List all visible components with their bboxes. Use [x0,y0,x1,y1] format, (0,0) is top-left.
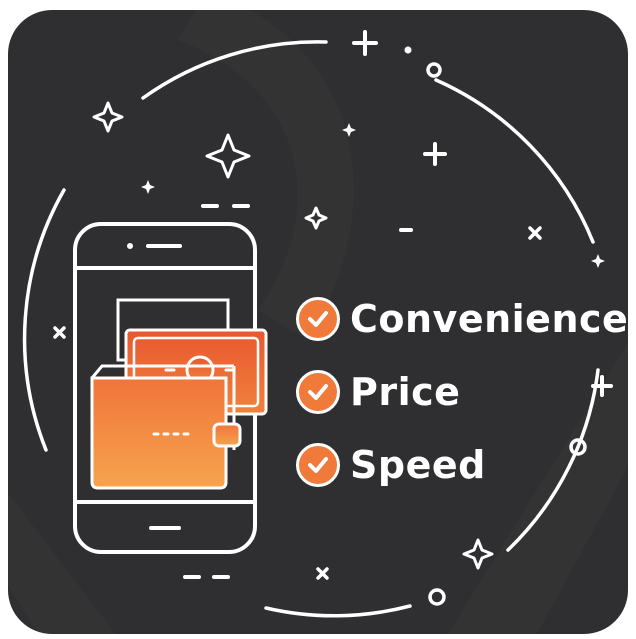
check-circle-icon [296,370,340,414]
feature-label: Convenience [350,297,628,341]
feature-item-convenience: Convenience [296,292,628,346]
feature-item-speed: Speed [296,438,486,492]
promo-card: Convenience Price Speed [8,10,628,634]
feature-label: Speed [350,443,486,487]
check-circle-icon [296,297,340,341]
feature-label: Price [350,370,461,414]
check-circle-icon [296,443,340,487]
feature-item-price: Price [296,365,460,419]
wallet-icon [90,364,242,490]
